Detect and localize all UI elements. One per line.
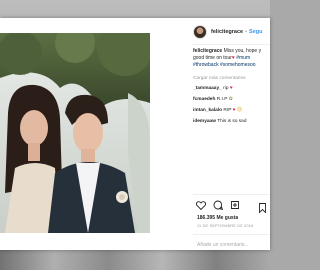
comment-user[interactable]: _tammaaay_ bbox=[193, 86, 222, 91]
comment-user[interactable]: imtan_kalalo bbox=[193, 108, 222, 113]
caption-text-line2: good time on tour bbox=[193, 55, 232, 61]
heart-emoji-icon: ♥ bbox=[232, 108, 236, 113]
comments-list: felicitegrace Miss you, hope y good time… bbox=[193, 48, 270, 125]
comment-text: RIP bbox=[223, 108, 232, 113]
comment-item: imtan_kalalo RIP ♥ ☹ bbox=[193, 108, 270, 114]
comment-text: R.I.P bbox=[216, 97, 228, 102]
comment-item: fcmaedeh R.I.P ✿ bbox=[193, 97, 270, 103]
crying-emoji-icon: ☹ bbox=[236, 108, 242, 113]
post-date: 11 DE SEPTIEMBRE DE 2016 bbox=[197, 224, 254, 228]
caption-username[interactable]: felicitegrace bbox=[193, 48, 222, 54]
post-photo[interactable] bbox=[0, 33, 150, 233]
caption-hashtags-line3[interactable]: #throwback #somehomesoo bbox=[193, 62, 256, 68]
caption-line-3: #throwback #somehomesoo bbox=[193, 62, 270, 69]
caption-line-2: good time on tour♥ #mum bbox=[193, 55, 270, 62]
separator-dot: • bbox=[245, 29, 248, 35]
background-strip bbox=[0, 250, 270, 270]
comment-user[interactable]: idemyaaw bbox=[193, 119, 216, 124]
caption-hashtags-line2[interactable]: #mum bbox=[235, 55, 250, 61]
post-side-panel: felicitegrace • Segu felicitegrace Miss … bbox=[193, 18, 270, 250]
add-comment-input[interactable]: Añade un comentario... bbox=[197, 242, 249, 248]
comment-text: This is so sad bbox=[217, 119, 247, 124]
likes-count[interactable]: 186.395 Me gusta bbox=[197, 215, 238, 221]
add-comment-divider bbox=[193, 234, 270, 235]
instagram-post-modal: felicitegrace • Segu felicitegrace Miss … bbox=[0, 18, 270, 250]
comment-user[interactable]: fcmaedeh bbox=[193, 97, 215, 102]
comment-item: idemyaaw This is so sad bbox=[193, 119, 270, 125]
follow-button[interactable]: Segu bbox=[249, 29, 262, 35]
avatar[interactable] bbox=[193, 25, 207, 39]
bookmark-icon[interactable] bbox=[258, 200, 268, 214]
header-divider bbox=[193, 44, 270, 45]
comment-text: rip bbox=[223, 86, 229, 91]
emoji-icon: ✿ bbox=[228, 97, 233, 102]
photo-illustration bbox=[0, 33, 150, 233]
caption-text-line1: Miss you, hope y bbox=[223, 48, 262, 54]
comment-item: _tammaaay_ rip ♥ bbox=[193, 86, 270, 92]
heart-emoji-icon: ♥ bbox=[229, 86, 233, 91]
post-header: felicitegrace • Segu bbox=[193, 24, 270, 40]
actions-divider bbox=[193, 194, 270, 195]
heart-icon[interactable] bbox=[196, 200, 206, 210]
load-more-comments[interactable]: Cargar más comentarios bbox=[193, 76, 270, 81]
post-actions bbox=[196, 200, 240, 210]
username[interactable]: felicitegrace bbox=[211, 29, 243, 35]
comment-icon[interactable] bbox=[213, 200, 223, 210]
share-icon[interactable] bbox=[230, 200, 240, 210]
caption: felicitegrace Miss you, hope y bbox=[193, 48, 270, 55]
